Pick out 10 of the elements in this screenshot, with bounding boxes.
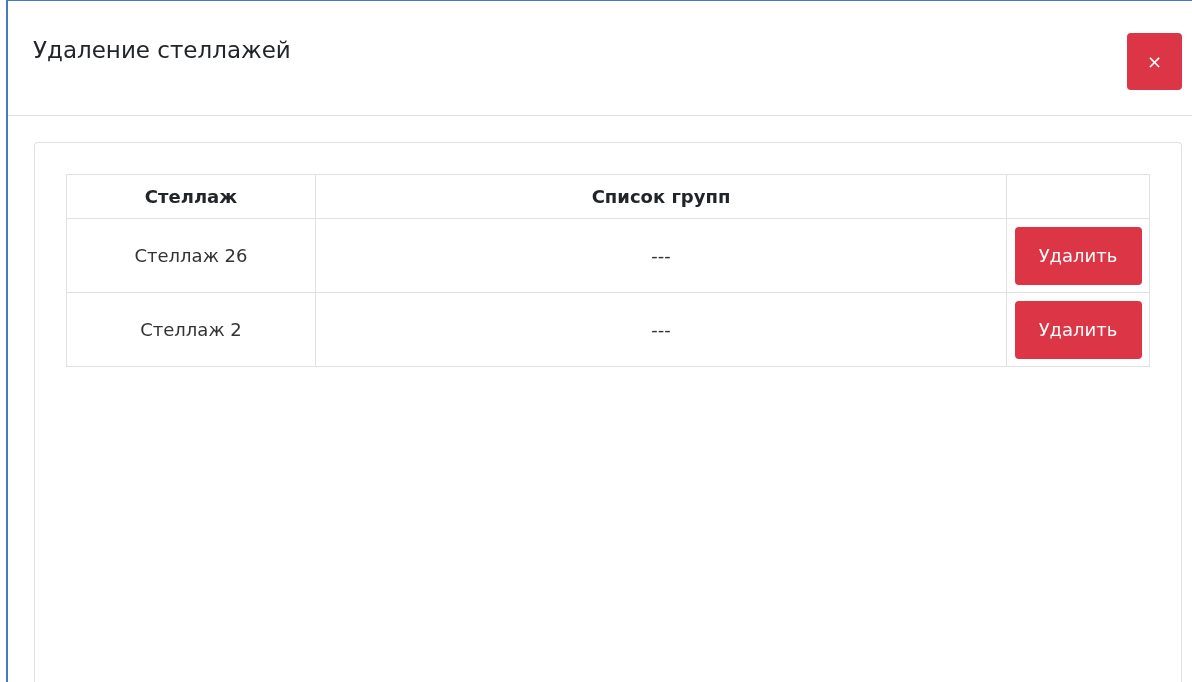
delete-button[interactable]: Удалить [1014,226,1142,285]
table-cell: --- [315,218,1007,293]
column-header: Список групп [315,174,1007,219]
table-cell: Стеллаж 26 [66,218,316,293]
column-header: Стеллаж [66,174,316,219]
table-cell: --- [315,292,1007,367]
close-button[interactable]: × [1127,33,1182,90]
delete-button[interactable]: Удалить [1014,300,1142,359]
modal-title: Удаление стеллажей [33,37,291,63]
table-cell: Стеллаж 2 [66,292,316,367]
